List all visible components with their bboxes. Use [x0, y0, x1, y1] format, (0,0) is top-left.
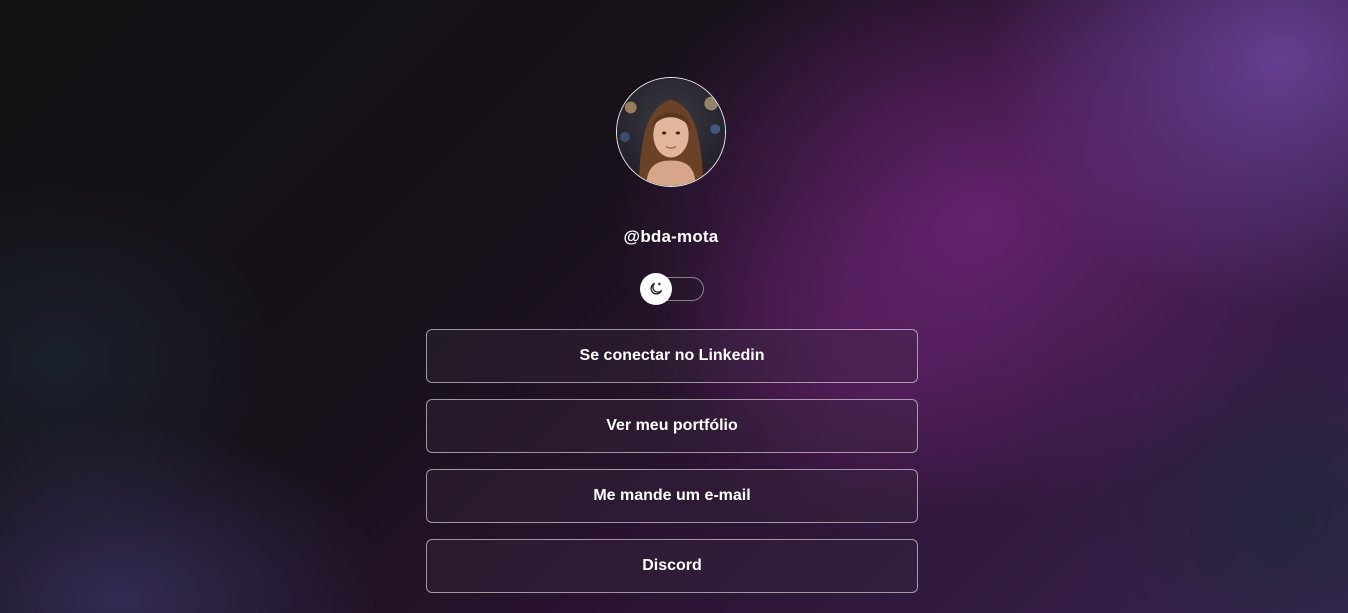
- moon-icon: [650, 282, 662, 295]
- links-list: Se conectar no Linkedin Ver meu portfóli…: [426, 329, 918, 609]
- avatar: [616, 77, 726, 187]
- portfolio-link-button[interactable]: Ver meu portfólio: [426, 399, 918, 453]
- email-link-button[interactable]: Me mande um e-mail: [426, 469, 918, 523]
- linkedin-link-button[interactable]: Se conectar no Linkedin: [426, 329, 918, 383]
- theme-toggle[interactable]: [640, 273, 704, 305]
- discord-link-button[interactable]: Discord: [426, 539, 918, 593]
- toggle-knob[interactable]: [640, 273, 672, 305]
- username: @bda-mota: [623, 227, 719, 246]
